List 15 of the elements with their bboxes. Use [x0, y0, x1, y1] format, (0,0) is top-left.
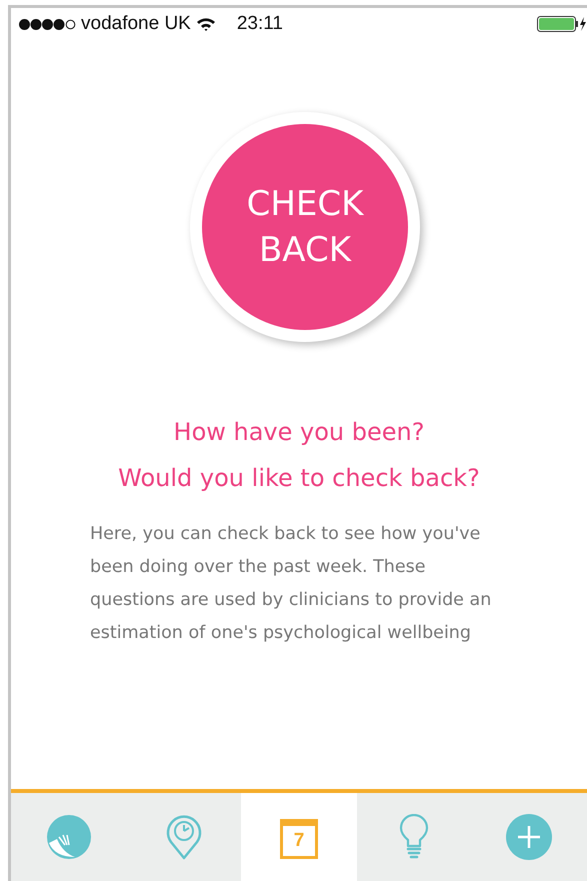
- battery-icon: [537, 16, 587, 32]
- headline: Would you like to check back?: [118, 463, 480, 494]
- headline: How have you been?: [174, 417, 424, 448]
- add-icon: [505, 813, 554, 861]
- calendar-icon: 7: [280, 819, 318, 859]
- clock-time: 23:11: [236, 13, 283, 35]
- signal-icon: [19, 18, 76, 30]
- lightbulb-icon: [399, 814, 430, 860]
- carrier-name: vodafone UK: [81, 13, 191, 35]
- calendar-tab[interactable]: 7: [241, 793, 357, 881]
- leaf-icon: [44, 813, 93, 861]
- wifi-icon: [196, 17, 216, 31]
- description: Here, you can check back to see how you've been doing over the past week. These questions are used by clinicians to provide an estimation of one's psychological wellbeing: [90, 523, 492, 645]
- check-back-button[interactable]: CHECK BACK: [202, 124, 408, 330]
- location-clock-icon: [166, 814, 202, 860]
